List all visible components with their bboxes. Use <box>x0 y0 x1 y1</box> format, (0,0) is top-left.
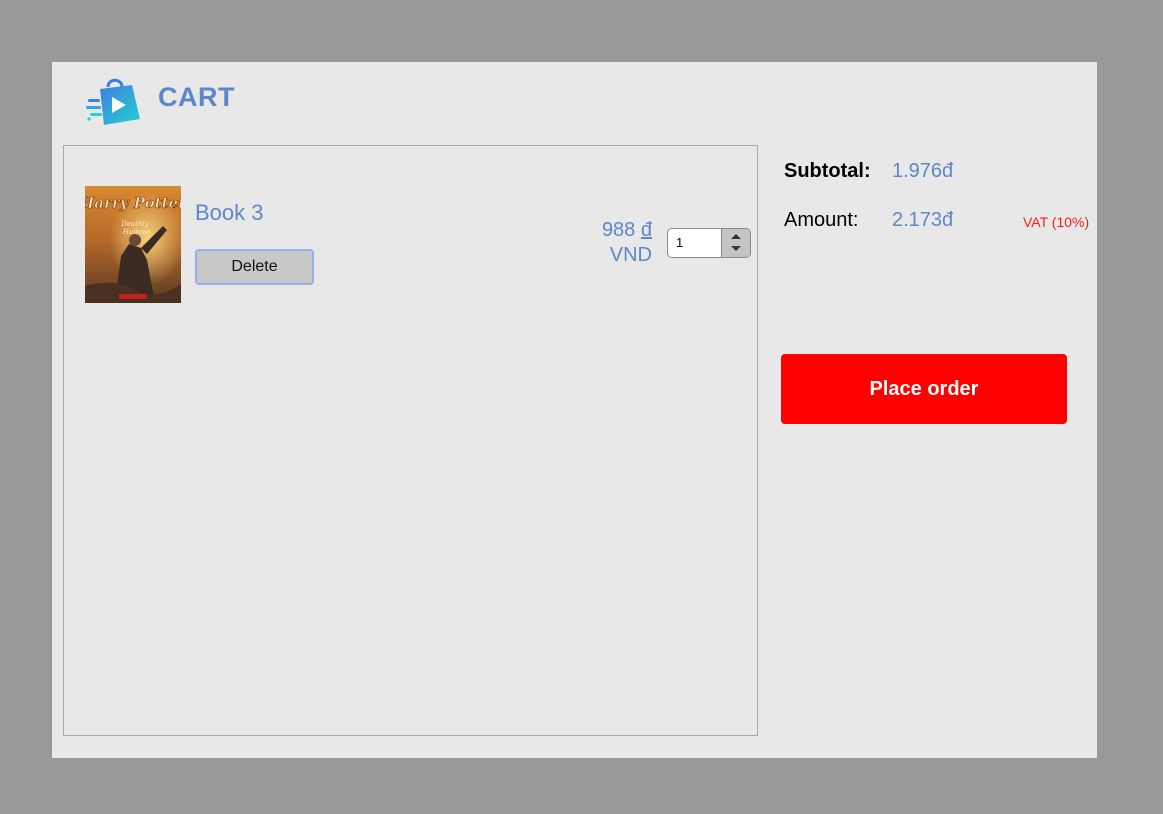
currency-symbol: đ <box>640 219 652 241</box>
delete-button[interactable]: Delete <box>195 249 314 285</box>
price-unit: VND <box>609 244 652 266</box>
subtotal-value: 1.976đ <box>892 160 954 182</box>
decrement-arrow-icon[interactable] <box>731 246 741 251</box>
subtotal-label: Subtotal: <box>784 160 871 182</box>
svg-text:Harry Potter: Harry Potter <box>85 194 181 212</box>
increment-arrow-icon[interactable] <box>731 234 741 239</box>
quantity-value[interactable]: 1 <box>676 235 683 250</box>
book-title[interactable]: Book 3 <box>195 200 264 226</box>
item-price: 988 đ VND <box>602 218 652 268</box>
cart-items-panel: Harry Potter Deathly Hallows Book 3 Dele… <box>63 145 758 736</box>
price-amount-line: 988 đ <box>602 218 652 243</box>
vat-note: VAT (10%) <box>1023 214 1090 230</box>
price-amount: 988 <box>601 219 641 241</box>
place-order-button[interactable]: Place order <box>781 354 1067 424</box>
shopping-bag-logo-icon <box>86 78 140 125</box>
quantity-spinner[interactable] <box>721 229 750 257</box>
svg-text:Deathly: Deathly <box>120 220 149 228</box>
amount-label: Amount: <box>784 209 859 231</box>
amount-value: 2.173đ <box>892 209 954 231</box>
quantity-stepper[interactable]: 1 <box>667 228 751 258</box>
book-cover-image: Harry Potter Deathly Hallows <box>85 186 181 303</box>
cart-window: CART Harry Potter Deathly Hallows Book 3… <box>52 62 1097 758</box>
page-title: CART <box>158 82 235 112</box>
